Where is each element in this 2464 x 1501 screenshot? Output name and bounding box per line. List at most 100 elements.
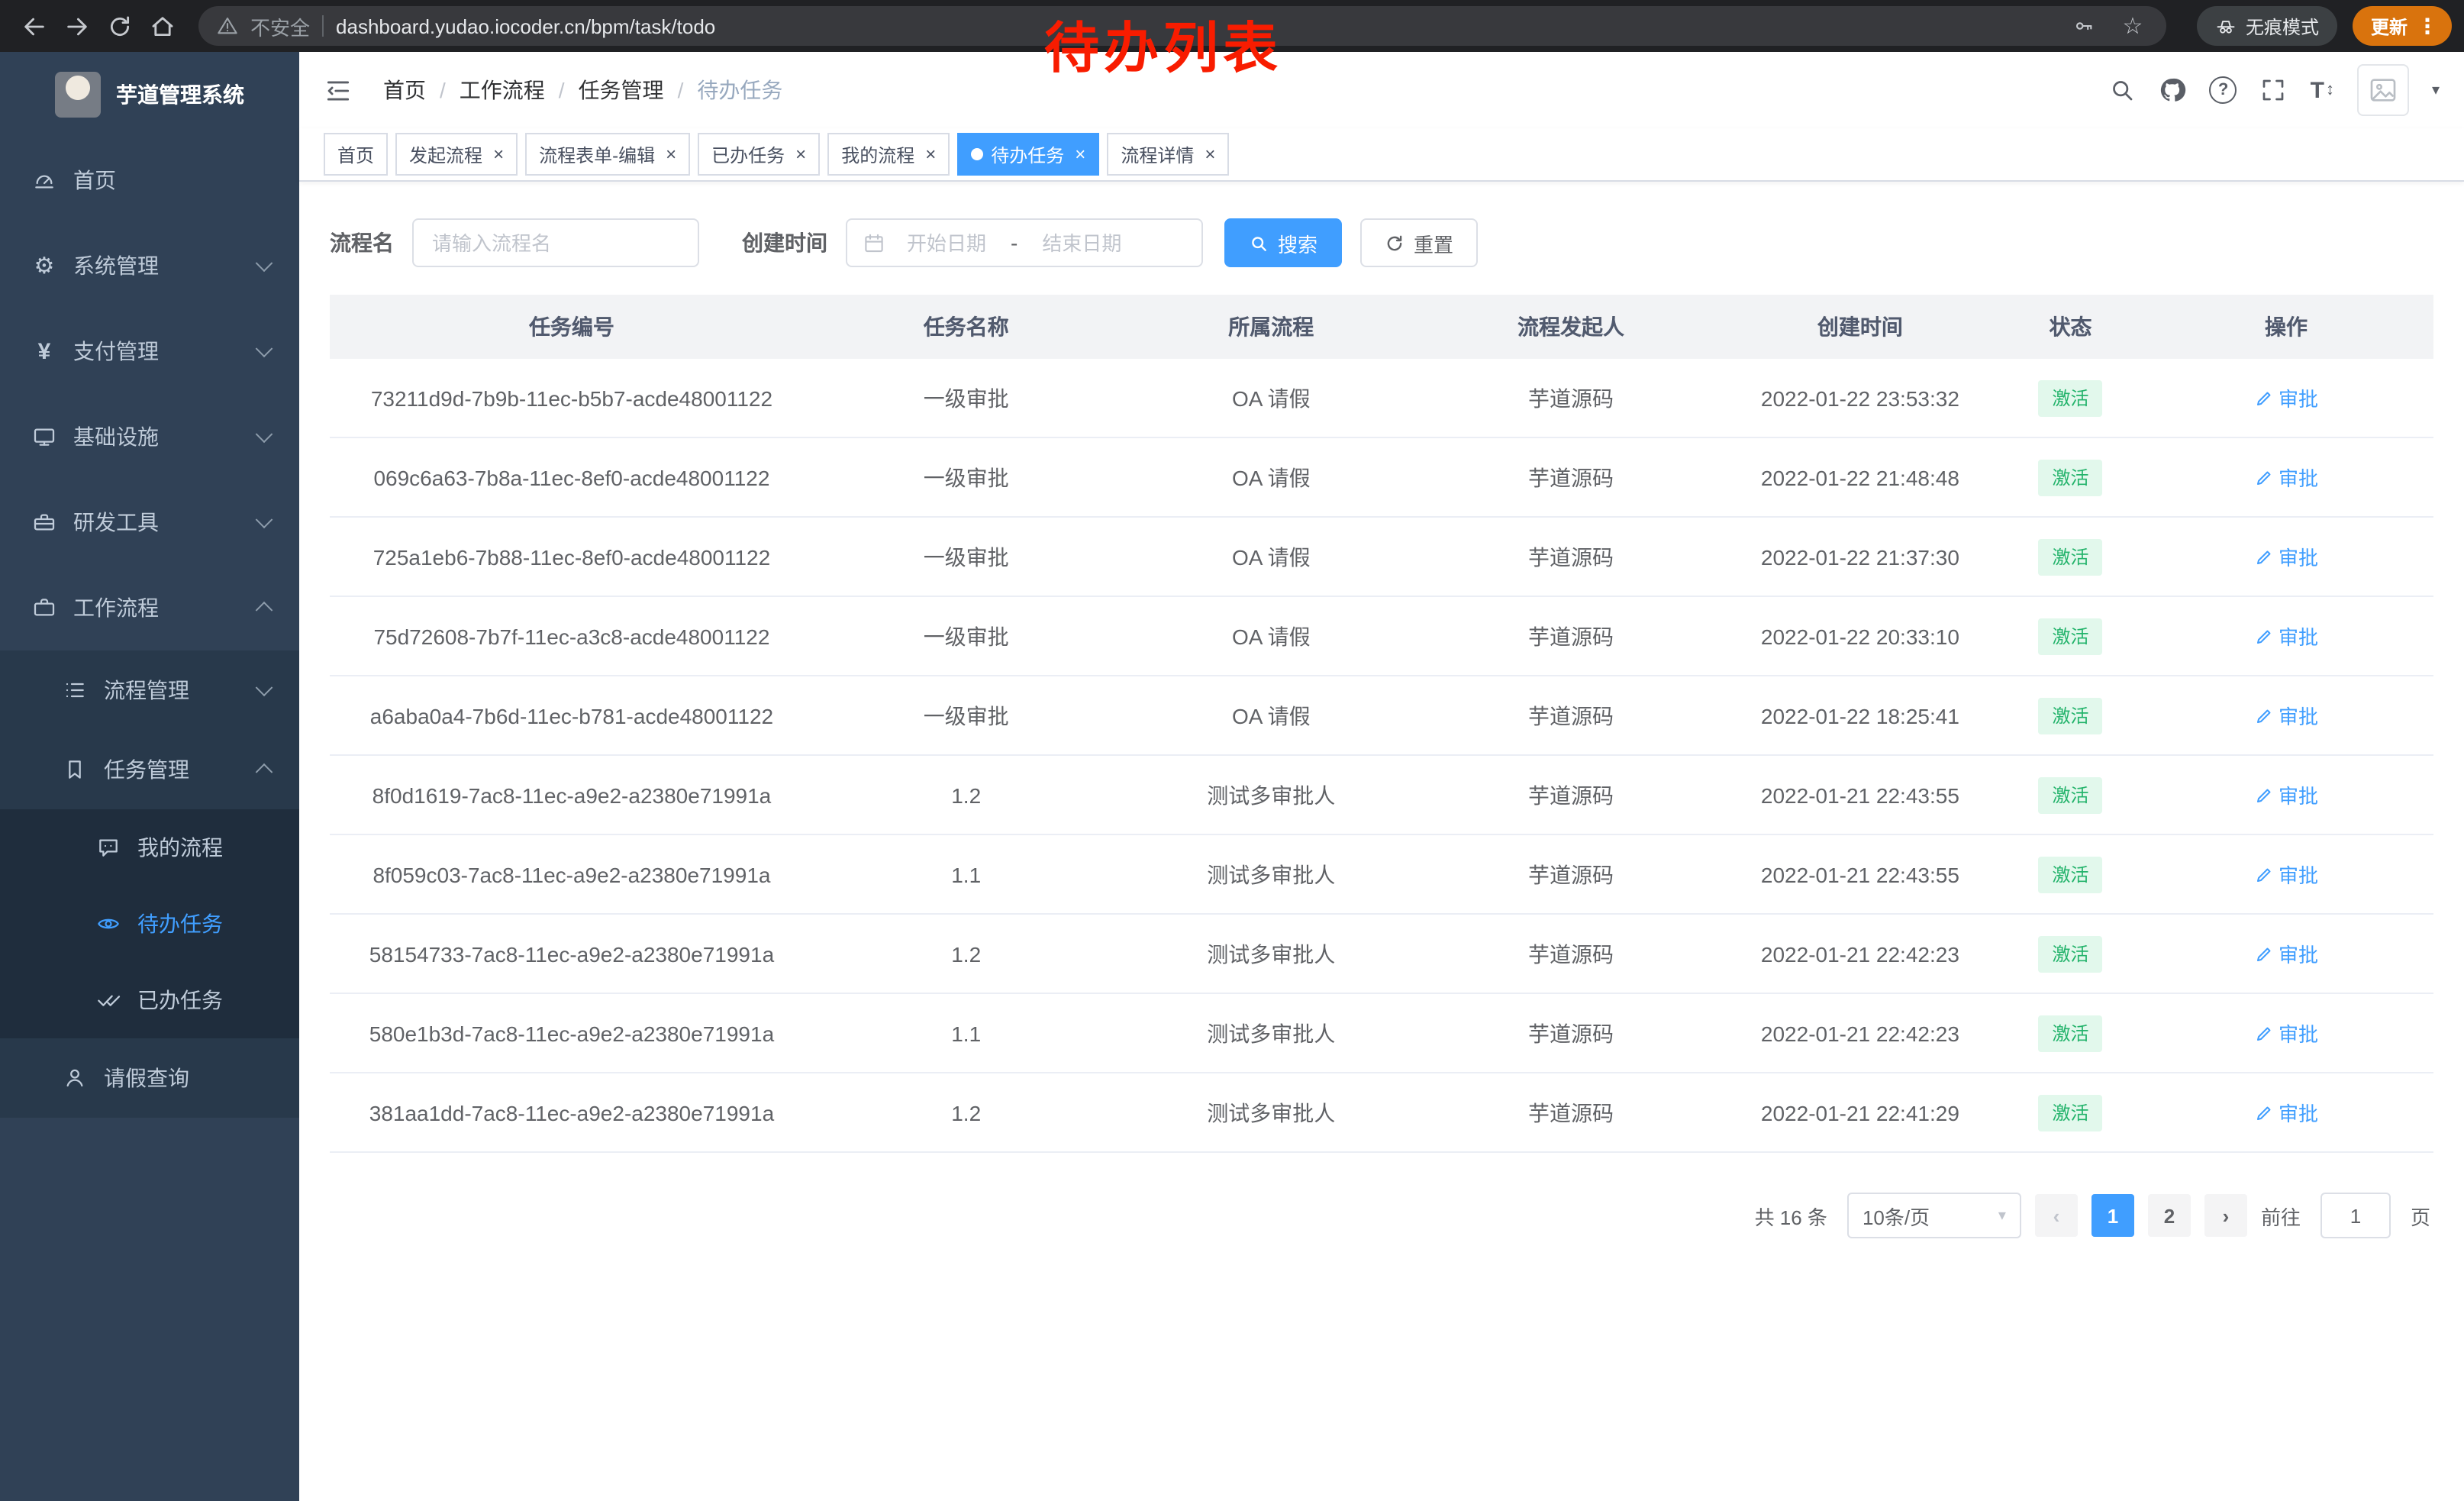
close-icon[interactable]: ×: [925, 144, 936, 165]
cell-task-id: 8f0d1619-7ac8-11ec-a9e2-a2380e71991a: [330, 755, 814, 834]
sidebar-item-home[interactable]: 首页: [0, 137, 299, 223]
approve-link[interactable]: 审批: [2254, 701, 2318, 730]
start-date-input[interactable]: [889, 230, 1005, 256]
breadcrumb: 首页 / 工作流程 / 任务管理 / 待办任务: [383, 75, 782, 105]
approve-link[interactable]: 审批: [2254, 542, 2318, 571]
help-icon[interactable]: ?: [2210, 76, 2237, 104]
sidebar-item-leave-query[interactable]: 请假查询: [0, 1038, 299, 1118]
cell-task-id: 8f059c03-7ac8-11ec-a9e2-a2380e71991a: [330, 834, 814, 914]
chevron-down-icon: [256, 511, 273, 528]
sidebar-item-process-mgmt[interactable]: 流程管理: [0, 650, 299, 730]
cell-process: 测试多审批人: [1119, 993, 1424, 1073]
cell-created: 2022-01-21 22:43:55: [1718, 755, 2002, 834]
approve-link[interactable]: 审批: [2254, 1098, 2318, 1127]
approve-link[interactable]: 审批: [2254, 780, 2318, 809]
close-icon[interactable]: ×: [795, 144, 806, 165]
person-icon: [61, 1066, 89, 1090]
tab-form-edit[interactable]: 流程表单-编辑×: [525, 133, 690, 176]
status-badge: 激活: [2038, 1015, 2102, 1051]
cell-action: 审批: [2139, 993, 2433, 1073]
fullscreen-icon[interactable]: [2260, 76, 2288, 104]
sidebar-item-workflow[interactable]: 工作流程: [0, 565, 299, 650]
page-content: 流程名 创建时间 - 搜索 重置: [299, 182, 2464, 1501]
page-button-1[interactable]: 1: [2091, 1194, 2134, 1237]
sidebar-item-task-mgmt[interactable]: 任务管理: [0, 730, 299, 809]
cell-process: 测试多审批人: [1119, 914, 1424, 993]
sidebar-item-infra[interactable]: 基础设施: [0, 394, 299, 479]
page-size-select[interactable]: 10条/页▾: [1847, 1193, 2021, 1238]
close-icon[interactable]: ×: [1075, 144, 1085, 165]
close-icon[interactable]: ×: [666, 144, 676, 165]
tab-done-task[interactable]: 已办任务×: [698, 133, 820, 176]
key-icon[interactable]: [2066, 8, 2102, 44]
search-icon[interactable]: [2109, 76, 2137, 104]
cell-status: 激活: [2002, 755, 2139, 834]
double-check-icon: [95, 988, 122, 1012]
cell-process: OA 请假: [1119, 359, 1424, 437]
cell-initiator: 芋道源码: [1424, 755, 1718, 834]
breadcrumb-item-task-mgmt[interactable]: 任务管理: [579, 75, 664, 105]
sidebar-item-payment[interactable]: ¥ 支付管理: [0, 308, 299, 394]
approve-link[interactable]: 审批: [2254, 1018, 2318, 1047]
chat-icon: [95, 835, 122, 860]
github-icon[interactable]: [2159, 76, 2187, 104]
sidebar-item-system[interactable]: ⚙ 系统管理: [0, 223, 299, 308]
cell-initiator: 芋道源码: [1424, 834, 1718, 914]
reload-icon[interactable]: [98, 5, 140, 47]
star-icon[interactable]: ☆: [2114, 8, 2151, 44]
date-range-picker[interactable]: -: [846, 218, 1203, 267]
edit-icon: [2254, 865, 2272, 883]
column-header-initiator: 流程发起人: [1424, 295, 1718, 359]
close-icon[interactable]: ×: [493, 144, 504, 165]
reset-button[interactable]: 重置: [1360, 218, 1478, 267]
tab-process-detail[interactable]: 流程详情×: [1107, 133, 1229, 176]
sidebar: 芋道管理系统 首页 ⚙ 系统管理 ¥ 支付管理 基础设施: [0, 52, 299, 1501]
approve-link[interactable]: 审批: [2254, 463, 2318, 492]
sidebar-item-my-process[interactable]: 我的流程: [0, 809, 299, 886]
search-button[interactable]: 搜索: [1224, 218, 1342, 267]
close-icon[interactable]: ×: [1205, 144, 1215, 165]
table-row: 58154733-7ac8-11ec-a9e2-a2380e71991a 1.2…: [330, 914, 2433, 993]
forward-arrow-icon[interactable]: [55, 5, 98, 47]
goto-page-input[interactable]: [2320, 1193, 2391, 1238]
column-header-created: 创建时间: [1718, 295, 2002, 359]
update-button[interactable]: 更新 ⋮: [2353, 6, 2452, 46]
page-button-2[interactable]: 2: [2148, 1194, 2191, 1237]
chevron-down-icon: [256, 340, 273, 357]
tab-start-process[interactable]: 发起流程×: [395, 133, 518, 176]
breadcrumb-separator: /: [559, 78, 565, 102]
goto-label: 前往: [2261, 1201, 2301, 1230]
breadcrumb-item-workflow[interactable]: 工作流程: [460, 75, 545, 105]
user-avatar[interactable]: [2357, 64, 2409, 116]
home-icon[interactable]: [140, 5, 183, 47]
bookmark-icon: [61, 757, 89, 782]
back-arrow-icon[interactable]: [12, 5, 55, 47]
tab-home[interactable]: 首页: [324, 133, 388, 176]
status-badge: 激活: [2038, 1094, 2102, 1131]
filter-form: 流程名 创建时间 - 搜索 重置: [330, 218, 2433, 267]
tab-my-process[interactable]: 我的流程×: [827, 133, 950, 176]
end-date-input[interactable]: [1024, 230, 1140, 256]
edit-icon: [2254, 547, 2272, 566]
tab-todo-task[interactable]: 待办任务×: [957, 133, 1099, 176]
breadcrumb-item-home[interactable]: 首页: [383, 75, 426, 105]
sidebar-item-todo-task[interactable]: 待办任务: [0, 886, 299, 962]
next-page-button[interactable]: ›: [2204, 1194, 2247, 1237]
process-name-input[interactable]: [412, 218, 699, 267]
cell-initiator: 芋道源码: [1424, 517, 1718, 596]
approve-link[interactable]: 审批: [2254, 939, 2318, 968]
approve-link[interactable]: 审批: [2254, 383, 2318, 412]
sidebar-item-devtools[interactable]: 研发工具: [0, 479, 299, 565]
chevron-down-icon: ▾: [2432, 82, 2440, 98]
approve-link[interactable]: 审批: [2254, 621, 2318, 650]
cell-status: 激活: [2002, 596, 2139, 676]
edit-icon: [2254, 1024, 2272, 1042]
menu-dots-icon[interactable]: ⋮: [2417, 15, 2438, 37]
prev-page-button[interactable]: ‹: [2035, 1194, 2078, 1237]
cell-process: OA 请假: [1119, 437, 1424, 517]
fold-icon[interactable]: [324, 76, 353, 105]
sidebar-item-done-task[interactable]: 已办任务: [0, 962, 299, 1038]
cell-status: 激活: [2002, 1073, 2139, 1152]
font-size-icon[interactable]: T↕: [2311, 77, 2334, 103]
approve-link[interactable]: 审批: [2254, 860, 2318, 889]
